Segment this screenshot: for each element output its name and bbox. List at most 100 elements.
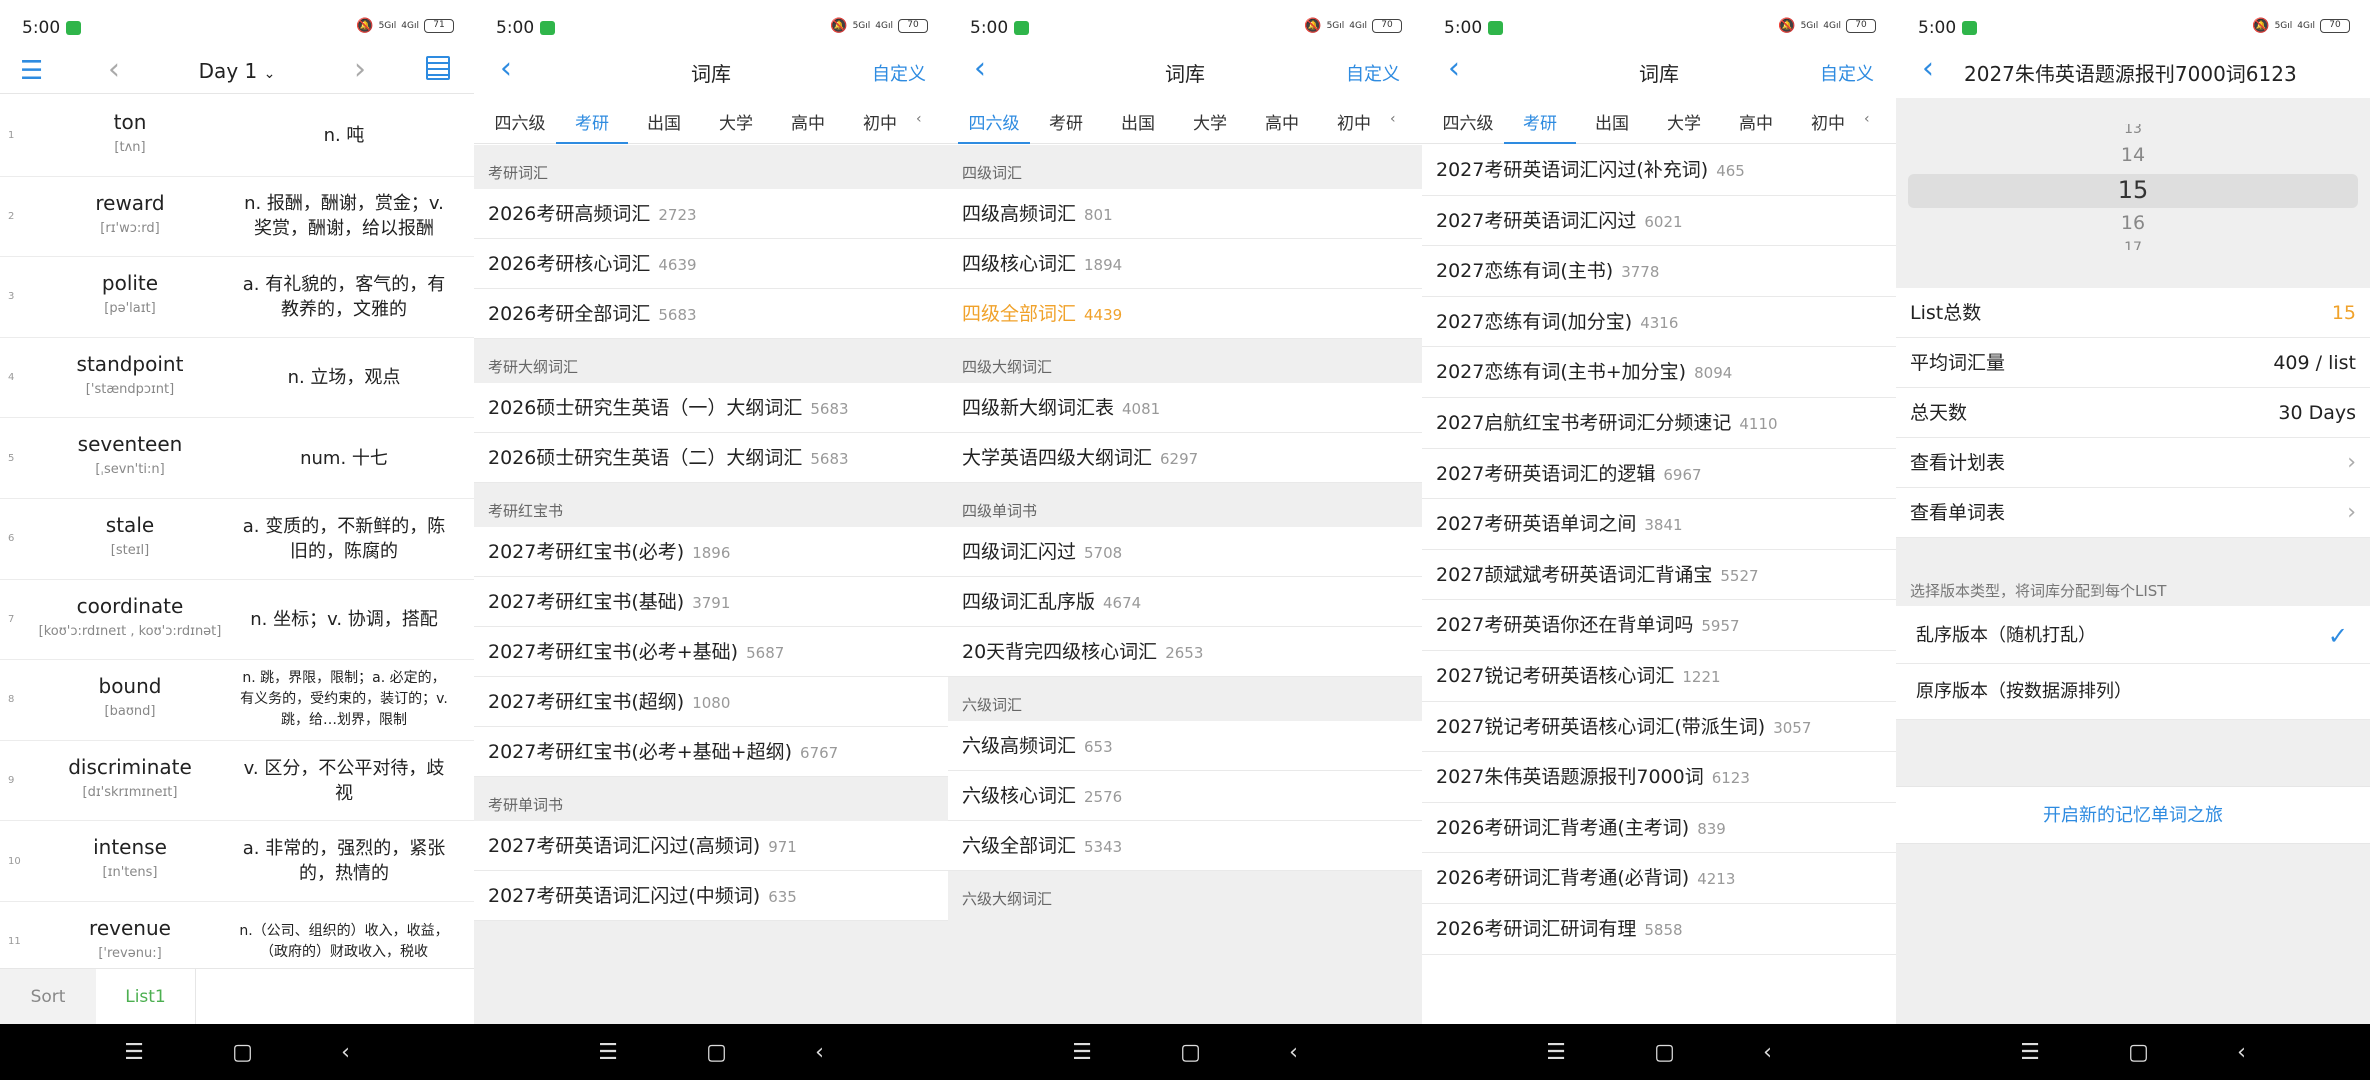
word-row[interactable]: 8 bound [baʊnd] n. 跳，界限，限制；a. 必定的，有义务的，受约束的… [0,660,474,741]
book-item[interactable]: 四级词汇乱序版 4674 [948,577,1422,627]
book-item[interactable]: 20天背完四级核心词汇 2653 [948,627,1422,677]
picker-option[interactable]: 13 [1896,124,2370,136]
word-row[interactable]: 5 seventeen [ˌsevn'ti:n] num. 十七 [0,418,474,499]
tab-sort[interactable]: Sort [0,969,96,1025]
home-icon[interactable]: ▢ [232,1040,253,1065]
list-count-picker[interactable]: 13 14 15 16 17 [1896,98,2370,288]
word-row[interactable]: 3 polite [pə'laɪt] a. 有礼貌的，客气的，有教养的，文雅的 [0,257,474,338]
book-item[interactable]: 六级高频词汇 653 [948,721,1422,771]
word-row[interactable]: 1 ton [tʌn] n. 吨 [0,96,474,177]
picker-option[interactable]: 17 [1896,240,2370,250]
option-ordered[interactable]: 原序版本（按数据源排列） [1896,664,2370,720]
recent-apps-icon[interactable]: ☰ [124,1040,144,1065]
book-item[interactable]: 2027考研红宝书(必考+基础) 5687 [474,627,948,677]
option-random[interactable]: 乱序版本（随机打乱） ✓ [1896,608,2370,664]
more-tabs-icon[interactable]: ‹ [916,98,926,143]
book-item[interactable]: 2027考研红宝书(必考) 1896 [474,527,948,577]
back-icon[interactable]: ‹ [815,1040,824,1065]
tab-category[interactable]: 高中 [772,98,844,143]
back-icon[interactable]: ‹ [341,1040,350,1065]
tab-category[interactable]: 四六级 [1432,98,1504,143]
book-item[interactable]: 2026考研核心词汇 4639 [474,239,948,289]
book-item[interactable]: 2027考研英语词汇闪过 6021 [1422,195,1896,247]
tab-list1[interactable]: List1 [96,969,196,1025]
word-row[interactable]: 7 coordinate [koʊ'ɔ:rdɪneɪt , koʊ'ɔ:rdɪnət… [0,580,474,661]
book-item[interactable]: 2027恋练有词(加分宝) 4316 [1422,296,1896,348]
view-plan-row[interactable]: 查看计划表 › [1896,438,2370,488]
table-icon[interactable] [426,56,450,80]
home-icon[interactable]: ▢ [706,1040,727,1065]
tab-category[interactable]: 大学 [1174,98,1246,143]
book-item[interactable]: 四级新大纲词汇表 4081 [948,383,1422,433]
word-row[interactable]: 4 standpoint ['stændpɔɪnt] n. 立场，观点 [0,338,474,419]
book-item[interactable]: 2026考研全部词汇 5683 [474,289,948,339]
book-item[interactable]: 2027考研红宝书(必考+基础+超纲) 6767 [474,727,948,777]
custom-button[interactable]: 自定义 [1346,60,1400,86]
book-item[interactable]: 2026考研词汇背考通(必背词) 4213 [1422,853,1896,904]
tab-category[interactable]: 大学 [1648,98,1720,143]
view-wordlist-row[interactable]: 查看单词表 › [1896,488,2370,538]
back-icon[interactable]: ‹ [1763,1040,1772,1065]
tab-category[interactable]: 初中 [1318,98,1390,143]
book-item[interactable]: 2027启航红宝书考研词汇分频速记 4110 [1422,397,1896,449]
book-item[interactable]: 2027考研英语词汇闪过(高频词) 971 [474,821,948,871]
recent-apps-icon[interactable]: ☰ [2020,1040,2040,1065]
tab-category[interactable]: 出国 [628,98,700,143]
book-item[interactable]: 2027考研红宝书(超纲) 1080 [474,677,948,727]
book-item[interactable]: 六级全部词汇 5343 [948,821,1422,871]
home-icon[interactable]: ▢ [1180,1040,1201,1065]
back-icon[interactable]: ‹ [1289,1040,1298,1065]
book-item[interactable]: 2027考研英语词汇的逻辑 6967 [1422,448,1896,500]
custom-button[interactable]: 自定义 [872,60,926,86]
book-item[interactable]: 四级核心词汇 1894 [948,239,1422,289]
recent-apps-icon[interactable]: ☰ [1546,1040,1566,1065]
book-item[interactable]: 2027朱伟英语题源报刊7000词 6123 [1422,752,1896,803]
book-item[interactable]: 2027考研英语你还在背单词吗 5957 [1422,600,1896,651]
tab-category[interactable]: 高中 [1246,98,1318,143]
book-item[interactable]: 大学英语四级大纲词汇 6297 [948,433,1422,483]
recent-apps-icon[interactable]: ☰ [1072,1040,1092,1065]
book-item[interactable]: 2027考研红宝书(基础) 3791 [474,577,948,627]
book-item[interactable]: 2026考研词汇研词有理 5858 [1422,903,1896,955]
home-icon[interactable]: ▢ [2128,1040,2149,1065]
book-item[interactable]: 2027考研英语词汇闪过(补充词) 465 [1422,145,1896,196]
start-journey-button[interactable]: 开启新的记忆单词之旅 [1896,786,2370,844]
word-row[interactable]: 11 revenue ['revənu:] n.（公司、组织的）收入，收益，（政府的）… [0,902,474,964]
tab-category[interactable]: 初中 [1792,98,1864,143]
recent-apps-icon[interactable]: ☰ [598,1040,618,1065]
book-item[interactable]: 2027考研英语词汇闪过(中频词) 635 [474,871,948,921]
book-item[interactable]: 2026硕士研究生英语（一）大纲词汇 5683 [474,383,948,433]
tab-category[interactable]: 出国 [1576,98,1648,143]
word-row[interactable]: 9 discriminate [dɪ'skrɪmɪneɪt] v. 区分，不公平对待，… [0,741,474,822]
book-item[interactable]: 2026考研词汇背考通(主考词) 839 [1422,802,1896,854]
book-item[interactable]: 四级全部词汇 4439 [948,289,1422,339]
day-selector[interactable]: Day 1 ⌄ [0,59,474,83]
book-item[interactable]: 2027颉斌斌考研英语词汇背诵宝 5527 [1422,549,1896,601]
word-row[interactable]: 2 reward [rɪ'wɔ:rd] n. 报酬，酬谢，赏金；v. 奖赏，酬谢，给以… [0,177,474,258]
book-item[interactable]: 2026考研高频词汇 2723 [474,189,948,239]
picker-selected[interactable]: 15 [1896,176,2370,204]
tab-category[interactable]: 四六级 [958,98,1030,144]
book-item[interactable]: 六级核心词汇 2576 [948,771,1422,821]
custom-button[interactable]: 自定义 [1820,60,1874,86]
book-item[interactable]: 2027考研英语单词之间 3841 [1422,499,1896,550]
tab-category[interactable]: 考研 [1030,98,1102,143]
picker-option[interactable]: 16 [1896,212,2370,234]
book-item[interactable]: 2027锐记考研英语核心词汇 1221 [1422,650,1896,702]
word-row[interactable]: 6 stale [steɪl] a. 变质的，不新鲜的，陈旧的，陈腐的 [0,499,474,580]
tab-category[interactable]: 考研 [1504,98,1576,144]
tab-category[interactable]: 高中 [1720,98,1792,143]
tab-category[interactable]: 四六级 [484,98,556,143]
tab-category[interactable]: 出国 [1102,98,1174,143]
tab-category[interactable]: 考研 [556,98,628,144]
tab-category[interactable]: 大学 [700,98,772,143]
book-item[interactable]: 2027锐记考研英语核心词汇(带派生词) 3057 [1422,701,1896,753]
next-day-icon[interactable]: › [354,52,366,87]
more-tabs-icon[interactable]: ‹ [1864,98,1874,143]
book-item[interactable]: 四级词汇闪过 5708 [948,527,1422,577]
back-icon[interactable]: ‹ [2237,1040,2246,1065]
word-row[interactable]: 10 intense [ɪn'tens] a. 非常的，强烈的，紧张的，热情的 [0,821,474,902]
home-icon[interactable]: ▢ [1654,1040,1675,1065]
book-item[interactable]: 2027恋练有词(主书+加分宝) 8094 [1422,347,1896,398]
book-item[interactable]: 四级高频词汇 801 [948,189,1422,239]
